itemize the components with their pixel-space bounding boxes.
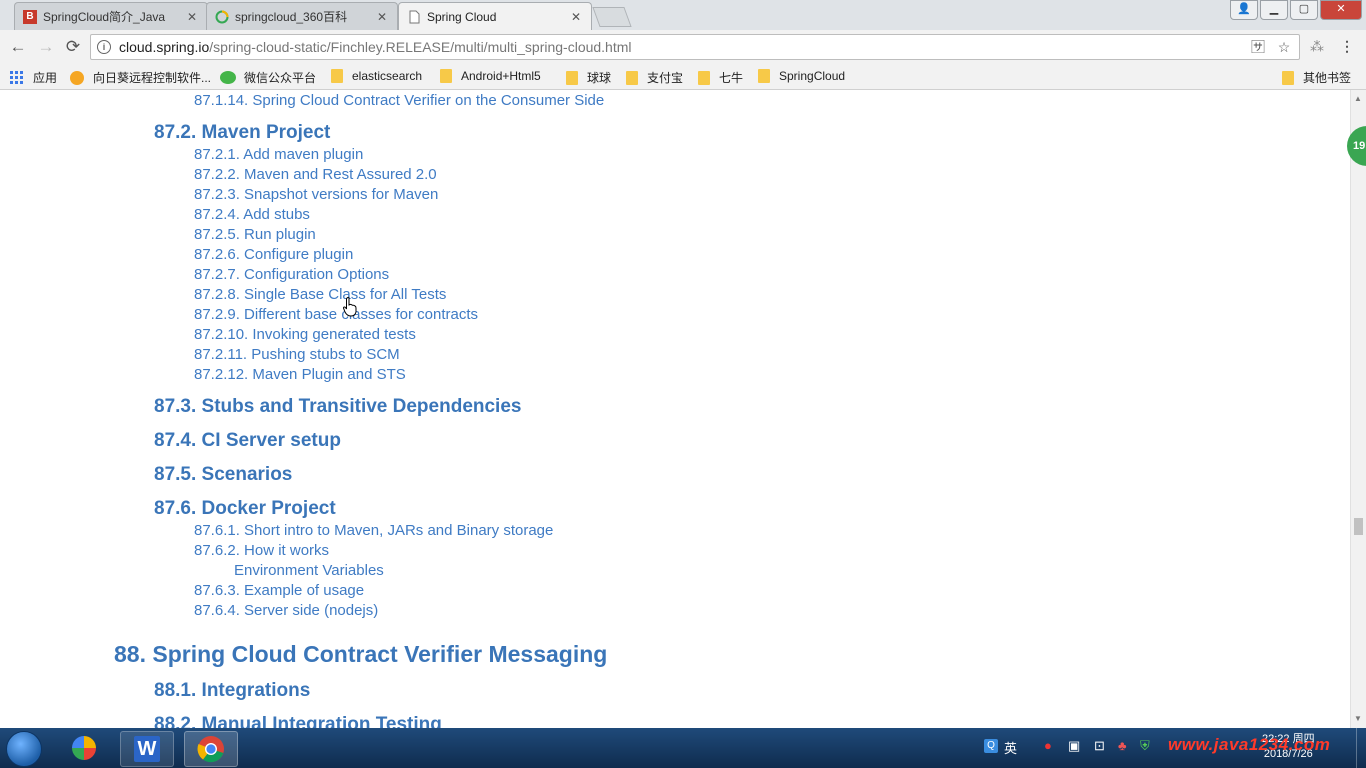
tab-strip: B SpringCloud简介_Java ✕ springcloud_360百科… xyxy=(0,0,1366,30)
security-tray-icon[interactable]: ● xyxy=(1044,738,1052,753)
toc-link[interactable]: 87.6.3. Example of usage xyxy=(194,582,364,599)
tab-close-icon[interactable]: ✕ xyxy=(375,10,389,24)
toc-link[interactable]: 87.2.10. Invoking generated tests xyxy=(194,326,416,343)
apps-grid-icon xyxy=(10,71,23,84)
browser-toolbar: ← → ⟳ i cloud.spring.io/spring-cloud-sta… xyxy=(0,30,1366,64)
back-arrow-icon[interactable]: ← xyxy=(8,37,28,57)
bookmark-item[interactable]: 球球 xyxy=(566,69,611,86)
bookmarks-bar: 应用 向日葵远程控制软件... 微信公众平台 elasticsearch And… xyxy=(0,64,1366,90)
menu-icon[interactable]: ⋮ xyxy=(1340,38,1354,55)
tab-spring-cloud[interactable]: Spring Cloud ✕ xyxy=(398,2,592,30)
pinwheel-app-icon[interactable] xyxy=(58,731,110,765)
page-icon xyxy=(407,10,421,24)
scroll-down-icon[interactable]: ▼ xyxy=(1354,714,1362,723)
wechat-icon xyxy=(220,71,236,84)
toc-section-link[interactable]: 87.3. Stubs and Transitive Dependencies xyxy=(154,396,521,418)
bookmark-item[interactable]: 向日葵远程控制软件... xyxy=(70,69,211,86)
scrollbar-thumb[interactable] xyxy=(1354,518,1363,535)
toc-section-link[interactable]: 87.5. Scenarios xyxy=(154,464,292,486)
toc-link[interactable]: 87.2.11. Pushing stubs to SCM xyxy=(194,346,400,363)
page-scrollbar[interactable]: ▲ ▼ xyxy=(1350,90,1366,728)
display-tray-icon[interactable]: ⊡ xyxy=(1094,738,1105,754)
page-content: 87.1.14. Spring Cloud Contract Verifier … xyxy=(0,90,1350,728)
toc-section-link[interactable]: 88.1. Integrations xyxy=(154,680,310,702)
bookmark-item[interactable]: Android+Html5 xyxy=(440,69,541,83)
bookmark-apps[interactable]: 应用 xyxy=(10,69,57,86)
toc-link[interactable]: 87.2.2. Maven and Rest Assured 2.0 xyxy=(194,166,437,183)
tab-close-icon[interactable]: ✕ xyxy=(569,10,583,24)
toc-link[interactable]: 87.2.4. Add stubs xyxy=(194,206,310,223)
toc-link[interactable]: 87.2.6. Configure plugin xyxy=(194,246,353,263)
shield-tray-icon[interactable]: ⛨ xyxy=(1140,738,1150,754)
app-tray-icon[interactable]: ♣ xyxy=(1118,738,1127,753)
bookmark-item[interactable]: 支付宝 xyxy=(626,69,683,86)
user-icon[interactable]: 👤 xyxy=(1230,0,1258,20)
bookmark-other[interactable]: 其他书签 xyxy=(1282,69,1351,86)
toc-section-link[interactable]: 88.2. Manual Integration Testing xyxy=(154,714,442,728)
hand-cursor-icon xyxy=(343,297,357,317)
bookmark-star-icon[interactable]: ☆ xyxy=(1275,35,1293,59)
bookmark-item[interactable]: SpringCloud xyxy=(758,69,845,83)
toc-link[interactable]: 87.2.9. Different base classes for contr… xyxy=(194,306,478,323)
tab-360-baike[interactable]: springcloud_360百科 ✕ xyxy=(206,2,398,30)
reload-icon[interactable]: ⟳ xyxy=(63,37,83,57)
folder-icon xyxy=(566,70,578,85)
translate-icon[interactable]: 🈂 xyxy=(1249,35,1267,59)
ime-language-indicator[interactable]: 英 xyxy=(1004,738,1017,757)
tab-close-icon[interactable]: ✕ xyxy=(185,10,199,24)
folder-icon xyxy=(626,70,638,85)
toc-link[interactable]: 87.6.1. Short intro to Maven, JARs and B… xyxy=(194,522,553,539)
folder-icon xyxy=(440,69,452,83)
toc-link[interactable]: 87.2.3. Snapshot versions for Maven xyxy=(194,186,438,203)
toc-section-link[interactable]: 87.2. Maven Project xyxy=(154,122,330,144)
toc-link[interactable]: 87.6.2. How it works xyxy=(194,542,329,559)
toc-link[interactable]: 87.2.7. Configuration Options xyxy=(194,266,389,283)
scroll-up-icon[interactable]: ▲ xyxy=(1354,94,1362,103)
sunflower-icon xyxy=(70,70,84,85)
minimize-button[interactable]: ▁ xyxy=(1260,0,1288,20)
toc-link[interactable]: 87.2.8. Single Base Class for All Tests xyxy=(194,286,446,303)
info-icon[interactable]: i xyxy=(97,40,111,54)
tab-favicon-icon xyxy=(215,10,229,24)
tab-springcloud-intro[interactable]: B SpringCloud简介_Java ✕ xyxy=(14,2,208,30)
toc-link[interactable]: 87.2.1. Add maven plugin xyxy=(194,146,363,163)
url-text: cloud.spring.io/spring-cloud-static/Finc… xyxy=(119,39,632,55)
bookmark-item[interactable]: 七牛 xyxy=(698,69,743,86)
ime-q-icon[interactable]: Q xyxy=(984,739,998,753)
windows-taskbar: W Q 英 ● ▣ ⊡ ♣ ⛨ 22:22 周四 2018/7/26 xyxy=(0,728,1366,768)
toc-section-link[interactable]: 87.4. CI Server setup xyxy=(154,430,341,452)
tab-title: SpringCloud简介_Java xyxy=(43,10,166,24)
bookmark-item[interactable]: elasticsearch xyxy=(331,69,422,83)
close-button[interactable]: ✕ xyxy=(1320,0,1362,20)
window-controls: 👤 ▁ ▢ ✕ xyxy=(1230,0,1362,20)
show-desktop-button[interactable] xyxy=(1356,728,1366,768)
toc-link[interactable]: 87.2.12. Maven Plugin and STS xyxy=(194,366,406,383)
tab-title: springcloud_360百科 xyxy=(235,10,348,24)
toc-chapter-link[interactable]: 88. Spring Cloud Contract Verifier Messa… xyxy=(114,641,607,668)
chrome-app-icon[interactable] xyxy=(184,731,238,767)
forward-arrow-icon[interactable]: → xyxy=(36,37,56,57)
maximize-button[interactable]: ▢ xyxy=(1290,0,1318,20)
toc-section-link[interactable]: 87.6. Docker Project xyxy=(154,498,336,520)
network-tray-icon[interactable]: ▣ xyxy=(1068,738,1080,754)
toc-link[interactable]: Environment Variables xyxy=(234,562,384,579)
folder-icon xyxy=(1282,70,1294,85)
tab-title: Spring Cloud xyxy=(427,9,497,24)
word-app-icon[interactable]: W xyxy=(120,731,174,767)
tab-favicon-icon: B xyxy=(23,9,37,24)
toc-link[interactable]: 87.1.14. Spring Cloud Contract Verifier … xyxy=(194,92,604,109)
folder-icon xyxy=(331,69,343,83)
extension-icon[interactable]: ⁂ xyxy=(1310,38,1324,55)
folder-icon xyxy=(698,70,710,85)
new-tab-button[interactable] xyxy=(592,7,632,27)
address-bar[interactable]: i cloud.spring.io/spring-cloud-static/Fi… xyxy=(90,34,1300,60)
folder-icon xyxy=(758,69,770,83)
bookmark-item[interactable]: 微信公众平台 xyxy=(220,69,316,86)
site-watermark: www.java1234.com xyxy=(1168,735,1331,754)
windows-start-button[interactable] xyxy=(6,731,42,767)
toc-link[interactable]: 87.6.4. Server side (nodejs) xyxy=(194,602,378,619)
toc-link[interactable]: 87.2.5. Run plugin xyxy=(194,226,316,243)
